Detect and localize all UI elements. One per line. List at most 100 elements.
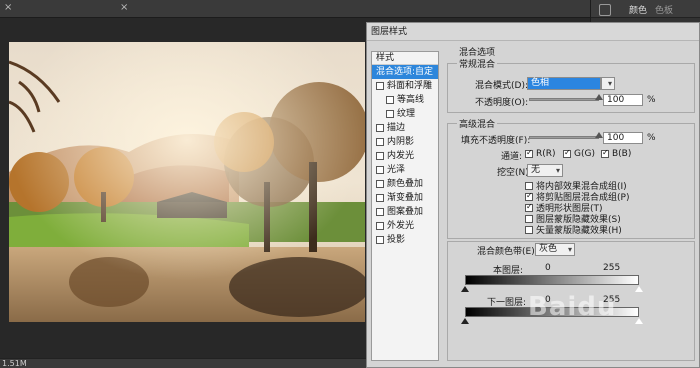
opacity-slider-knob[interactable] (595, 94, 603, 100)
opacity-label: 不透明度(O): (475, 98, 529, 108)
style-item[interactable]: 渐变叠加 (372, 191, 438, 205)
style-item-label: 内发光 (387, 151, 415, 161)
panel-icon[interactable] (599, 4, 611, 16)
style-item-label: 等高线 (397, 95, 425, 105)
style-item-label: 外发光 (387, 221, 415, 231)
style-item-label: 光泽 (387, 165, 406, 175)
style-item[interactable]: 斜面和浮雕 (372, 79, 438, 93)
fill-opacity-slider[interactable] (529, 136, 599, 139)
style-item-label: 投影 (387, 235, 406, 245)
baidu-watermark-logo: Baidu (528, 292, 617, 322)
checkbox-icon[interactable] (376, 236, 384, 244)
style-item[interactable]: 内阴影 (372, 135, 438, 149)
chevron-down-icon: ▾ (607, 79, 612, 88)
chevron-down-icon: ▾ (555, 166, 560, 175)
tab-swatches[interactable]: 色板 (655, 3, 673, 16)
style-item[interactable]: 混合选项:自定 (372, 65, 438, 79)
blend-if-select[interactable]: 灰色 ▾ (535, 243, 575, 256)
knockout-value: 无 (531, 165, 541, 175)
landscape-image (9, 42, 365, 322)
document-canvas[interactable] (9, 42, 365, 322)
tab-color[interactable]: 颜色 (629, 3, 647, 16)
channel-r-label: R(R) (536, 149, 556, 159)
document-size: 1.51M (2, 359, 27, 368)
checkbox-icon (563, 148, 571, 158)
style-item[interactable]: 颜色叠加 (372, 177, 438, 191)
channel-b-checkbox[interactable]: B(B) (601, 148, 632, 159)
channel-r-checkbox[interactable]: R(R) (525, 148, 556, 159)
style-item-label: 混合选项:自定 (376, 67, 434, 77)
checkbox-icon[interactable] (376, 222, 384, 230)
channel-g-label: G(G) (574, 149, 595, 159)
channels-label: 通道: (501, 152, 523, 162)
checkbox-icon[interactable] (376, 152, 384, 160)
under-layer-white-slider[interactable] (635, 318, 643, 324)
blend-mode-label: 混合模式(D): (475, 81, 528, 91)
under-layer-black-slider[interactable] (461, 318, 469, 324)
checkbox-icon (525, 214, 533, 223)
fill-opacity-label: 填充不透明度(F): (461, 136, 531, 146)
this-layer-black-slider[interactable] (461, 286, 469, 292)
style-item[interactable]: 外发光 (372, 219, 438, 233)
chevron-down-icon: ▾ (567, 245, 572, 254)
checkbox-icon (601, 148, 609, 158)
opacity-unit: % (647, 95, 656, 105)
checkbox-icon[interactable] (386, 96, 394, 104)
blend-if-value: 灰色 (539, 244, 558, 254)
styles-list: 样式 混合选项:自定斜面和浮雕等高线纹理描边内阴影内发光光泽颜色叠加渐变叠加图案… (371, 51, 439, 361)
style-item[interactable]: 图案叠加 (372, 205, 438, 219)
general-blending-title: 常规混合 (457, 57, 498, 70)
opacity-input[interactable]: 100 (603, 94, 643, 106)
blend-mode-select[interactable]: 色相 (527, 77, 601, 90)
style-item[interactable]: 等高线 (372, 93, 438, 107)
advanced-option-checkbox[interactable]: 矢量蒙版隐藏效果(H) (525, 223, 622, 236)
style-item[interactable]: 纹理 (372, 107, 438, 121)
document-tab-bar: × × (0, 0, 590, 18)
blend-if-label: 混合颜色带(E): (477, 247, 538, 257)
style-item-label: 图案叠加 (387, 207, 424, 217)
this-layer-gradient-bar (465, 275, 639, 285)
channel-g-checkbox[interactable]: G(G) (563, 148, 595, 159)
checkbox-icon (525, 148, 533, 158)
style-item[interactable]: 内发光 (372, 149, 438, 163)
style-item-label: 描边 (387, 123, 406, 133)
style-item[interactable]: 光泽 (372, 163, 438, 177)
checkbox-icon[interactable] (386, 110, 394, 118)
fill-opacity-slider-knob[interactable] (595, 132, 603, 138)
dialog-title: 图层样式 (367, 23, 699, 41)
checkbox-icon[interactable] (376, 138, 384, 146)
checkbox-icon[interactable] (376, 166, 384, 174)
checkbox-icon (525, 191, 533, 201)
styles-header[interactable]: 样式 (372, 52, 438, 65)
checkbox-icon[interactable] (376, 194, 384, 202)
checkbox-icon (525, 202, 533, 212)
close-tab-icon[interactable]: × (4, 2, 14, 14)
close-tab-icon[interactable]: × (120, 2, 130, 14)
style-item-label: 渐变叠加 (387, 193, 424, 203)
checkbox-icon[interactable] (376, 180, 384, 188)
knockout-select[interactable]: 无 ▾ (527, 164, 563, 177)
style-item-label: 内阴影 (387, 137, 415, 147)
this-layer-max: 255 (603, 263, 621, 273)
channel-b-label: B(B) (612, 149, 632, 159)
checkbox-icon (525, 181, 533, 190)
opacity-slider[interactable] (529, 98, 599, 101)
style-item[interactable]: 投影 (372, 233, 438, 247)
style-item[interactable]: 描边 (372, 121, 438, 135)
blend-mode-value: 色相 (531, 78, 550, 88)
checkbox-icon[interactable] (376, 124, 384, 132)
this-layer-min: 0 (545, 263, 551, 273)
fill-opacity-input[interactable]: 100 (603, 132, 643, 144)
color-panel-tabs: 颜色 色板 (591, 0, 700, 18)
style-item-label: 斜面和浮雕 (387, 81, 433, 91)
blend-mode-dropdown-button[interactable]: ▾ (601, 77, 615, 90)
advanced-blending-title: 高级混合 (457, 117, 498, 130)
style-item-label: 纹理 (397, 109, 416, 119)
style-item-label: 颜色叠加 (387, 179, 424, 189)
checkbox-icon[interactable] (376, 208, 384, 216)
checkbox-icon (525, 225, 533, 234)
this-layer-white-slider[interactable] (635, 286, 643, 292)
fill-opacity-unit: % (647, 133, 656, 143)
checkbox-icon[interactable] (376, 82, 384, 90)
advanced-option-label: 矢量蒙版隐藏效果(H) (536, 226, 622, 236)
